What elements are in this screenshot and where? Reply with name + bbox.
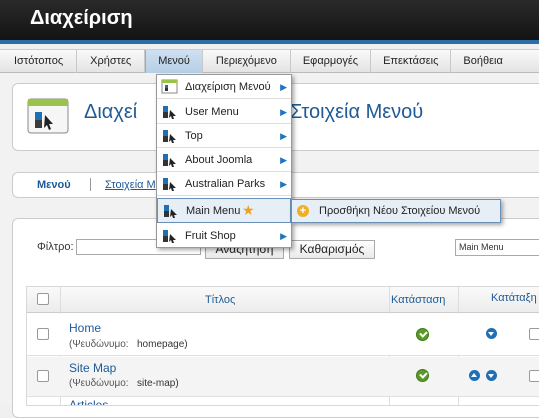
col-header-status[interactable]: Κατάσταση [391, 294, 445, 306]
menubar-item-extensions[interactable]: Επεκτάσεις [371, 50, 452, 73]
menu-item-icon [163, 154, 176, 167]
menus-dropdown: Διαχείριση Μενού ▶ User Menu ▶ Top ▶ Abo… [156, 74, 292, 248]
dropdown-item-label: Top [185, 130, 203, 142]
dropdown-item-about-joomla[interactable]: About Joomla ▶ [157, 148, 291, 172]
dropdown-item-main-menu[interactable]: Main Menu ★ [157, 198, 291, 223]
submenu-arrow-icon: ▶ [280, 82, 287, 92]
dropdown-item-label: Διαχείριση Μενού [185, 81, 271, 93]
menu-item-icon [163, 178, 176, 191]
filter-label: Φίλτρο: [37, 241, 74, 253]
flyout-label: Προσθήκη Νέου Στοιχείου Μενού [319, 205, 481, 217]
row-title-link[interactable]: Home [69, 321, 101, 335]
dropdown-item-label: Main Menu [186, 205, 241, 217]
table-header-row [27, 287, 539, 313]
row-checkbox[interactable] [37, 328, 49, 340]
menu-item-icon [163, 106, 176, 119]
dropdown-item-top[interactable]: Top ▶ [157, 124, 291, 148]
flyout-add-item[interactable]: + Προσθήκη Νέου Στοιχείου Μενού [291, 199, 501, 223]
order-input[interactable] [529, 328, 539, 340]
menu-item-icon [164, 205, 177, 218]
dropdown-item-label: Fruit Shop [185, 230, 236, 242]
submenu-arrow-icon: ▶ [280, 155, 287, 165]
submenu-divider [90, 178, 91, 191]
menu-item-icon [163, 230, 176, 243]
move-down-icon[interactable] [486, 328, 497, 339]
submenu-items-link[interactable]: Στοιχεία Μ [105, 179, 156, 191]
move-up-icon[interactable] [469, 370, 480, 381]
row-title-link-partial[interactable]: Articles [69, 399, 108, 405]
submenu-menus-link[interactable]: Μενού [37, 179, 71, 191]
menubar-item-help[interactable]: Βοήθεια [451, 50, 514, 73]
row-alias: site-map) [137, 378, 179, 389]
header-accent-line [0, 40, 539, 44]
submenu-arrow-icon: ▶ [280, 179, 287, 189]
dropdown-item-user-menu[interactable]: User Menu ▶ [157, 100, 291, 124]
submenu-arrow-icon: ▶ [280, 107, 287, 117]
col-header-ordering[interactable]: Κατάταξη [491, 292, 537, 304]
dropdown-item-label: User Menu [185, 106, 239, 118]
page-title-right: Στοιχεία Μενού [290, 101, 424, 123]
dropdown-item-fruit-shop[interactable]: Fruit Shop ▶ [157, 224, 291, 248]
dropdown-item-australian-parks[interactable]: Australian Parks ▶ [157, 172, 291, 196]
row-title-link[interactable]: Site Map [69, 361, 116, 375]
move-down-icon[interactable] [486, 370, 497, 381]
dropdown-item-menu-manager[interactable]: Διαχείριση Μενού ▶ [157, 75, 291, 99]
clear-button[interactable]: Καθαρισμός [289, 240, 375, 259]
dropdown-item-label: Australian Parks [185, 178, 266, 190]
published-icon[interactable] [416, 328, 429, 341]
menubar-item-content[interactable]: Περιεχόμενο [203, 50, 291, 73]
menubar-item-site[interactable]: Ιστότοπος [0, 50, 78, 73]
submenu-arrow-icon: ▶ [280, 131, 287, 141]
main-menubar: Ιστότοπος Χρήστες Μενού Περιεχόμενο Εφαρ… [0, 49, 539, 73]
page-title-left: Διαχεί [84, 101, 138, 123]
menubar-item-components[interactable]: Εφαρμογές [291, 50, 372, 73]
submenu-arrow-icon: ▶ [280, 231, 287, 241]
menubar-item-menus[interactable]: Μενού [145, 50, 203, 73]
select-all-checkbox[interactable] [37, 293, 49, 305]
header-title: Διαχείριση [30, 7, 133, 29]
menu-manager-icon [161, 79, 178, 94]
dropdown-item-label: About Joomla [185, 154, 253, 166]
menu-filter-select[interactable]: Main Menu [455, 239, 539, 256]
menu-manager-icon [27, 98, 69, 134]
order-input[interactable] [529, 370, 539, 382]
published-icon[interactable] [416, 369, 429, 382]
row-alias: homepage) [137, 339, 188, 350]
row-alias-label: (Ψευδώνυμο: [69, 378, 129, 389]
menubar-item-users[interactable]: Χρήστες [77, 50, 146, 73]
menu-item-icon [163, 130, 176, 143]
col-header-title[interactable]: Τίτλος [205, 294, 235, 306]
add-icon: + [297, 205, 309, 217]
default-star-icon: ★ [242, 202, 255, 218]
row-checkbox[interactable] [37, 370, 49, 382]
row-alias-label: (Ψευδώνυμο: [69, 339, 129, 350]
admin-header: Διαχείριση [0, 0, 539, 44]
